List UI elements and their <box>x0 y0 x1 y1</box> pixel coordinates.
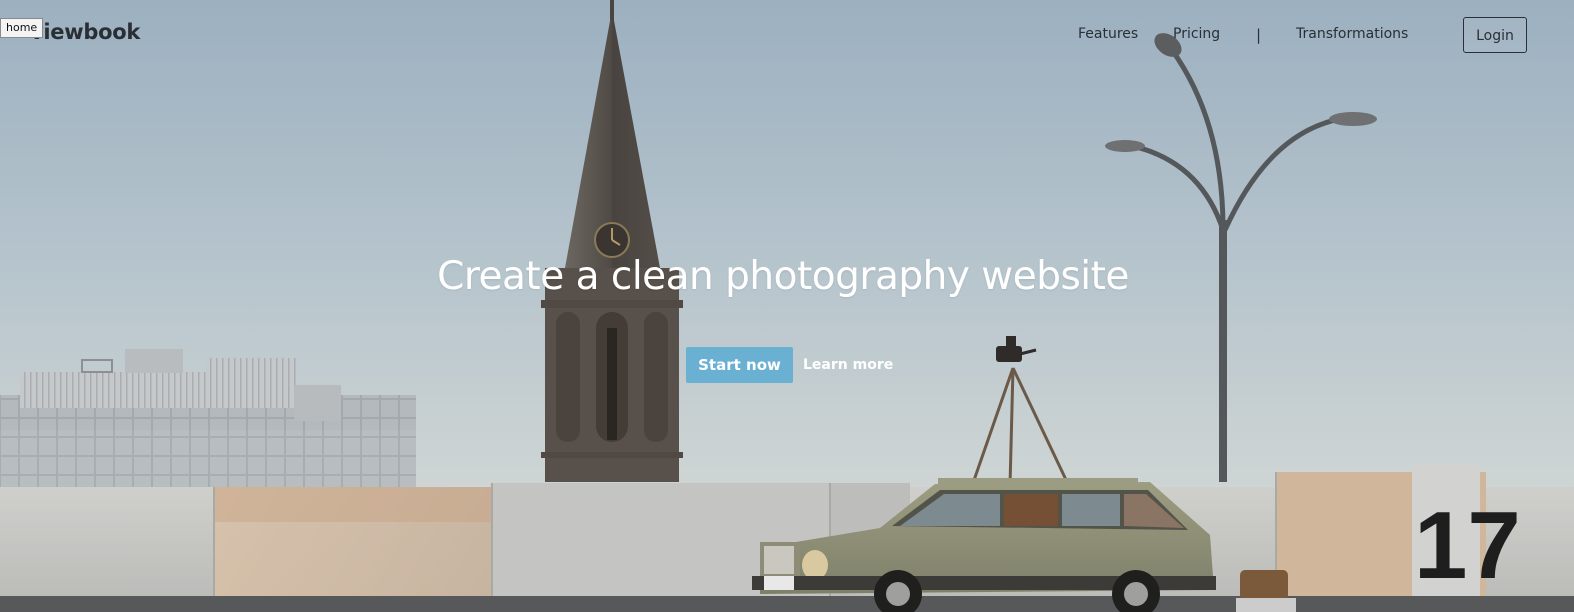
top-navigation: Features Pricing | Transformations <box>0 26 1574 50</box>
hero-headline: Create a clean photography website <box>437 254 1129 299</box>
nav-transformations-link[interactable]: Transformations <box>1296 26 1408 42</box>
nav-separator: | <box>1256 26 1262 44</box>
landing-page: 17 home viewbook Features Pricing | Tran… <box>0 0 1574 612</box>
hero-cta-group: Start now Learn more <box>0 347 1574 383</box>
nav-pricing-link[interactable]: Pricing <box>1173 26 1220 42</box>
nav-features-link[interactable]: Features <box>1078 26 1138 42</box>
wall-number: 17 <box>1414 492 1521 599</box>
learn-more-link[interactable]: Learn more <box>803 347 893 383</box>
hero-background-photo: 17 <box>0 0 1574 612</box>
login-button[interactable]: Login <box>1463 17 1527 53</box>
home-tooltip: home <box>0 18 44 38</box>
start-now-button[interactable]: Start now <box>686 347 793 383</box>
